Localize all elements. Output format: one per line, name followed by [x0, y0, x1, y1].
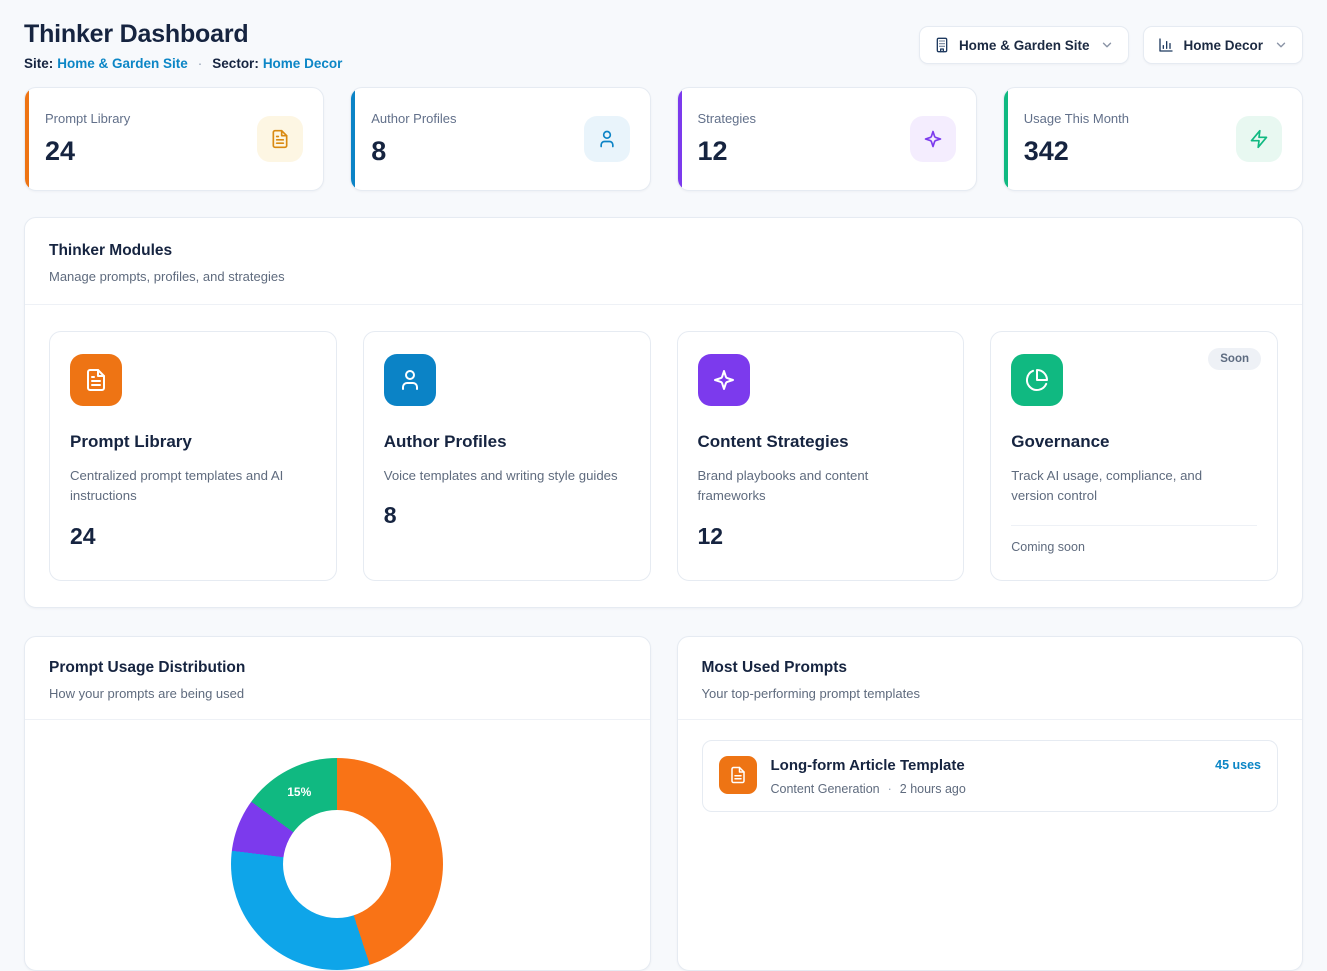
sector-link[interactable]: Home Decor — [263, 56, 343, 71]
module-description: Brand playbooks and content frameworks — [698, 466, 933, 507]
prompt-item-text: Long-form Article Template Content Gener… — [771, 756, 966, 796]
module-description: Voice templates and writing style guides — [384, 466, 619, 486]
stat-card-prompt-library: Prompt Library 24 — [24, 87, 324, 191]
panel-header: Most Used Prompts Your top-performing pr… — [678, 637, 1303, 719]
stat-card-strategies: Strategies 12 — [677, 87, 977, 191]
stats-row: Prompt Library 24 Author Profiles 8 Stra… — [24, 87, 1303, 191]
site-label: Site: — [24, 56, 53, 71]
sector-selector[interactable]: Home Decor — [1143, 26, 1303, 64]
lightning-icon — [1236, 116, 1282, 162]
divider — [1011, 525, 1257, 526]
separator-dot: · — [888, 782, 892, 796]
site-selector-label: Home & Garden Site — [959, 38, 1090, 53]
file-text-icon — [257, 116, 303, 162]
user-icon — [584, 116, 630, 162]
module-title: Author Profiles — [384, 432, 630, 452]
sparkles-icon — [910, 116, 956, 162]
stat-text: Usage This Month 342 — [1024, 111, 1129, 167]
usage-distribution-panel: Prompt Usage Distribution How your promp… — [24, 636, 651, 971]
module-card-governance[interactable]: Soon Governance Track AI usage, complian… — [990, 331, 1278, 581]
panel-title: Most Used Prompts — [702, 659, 1279, 677]
sector-selector-label: Home Decor — [1183, 38, 1263, 53]
file-text-icon — [70, 354, 122, 406]
bottom-panels: Prompt Usage Distribution How your promp… — [24, 636, 1303, 971]
prompt-title: Long-form Article Template — [771, 757, 966, 774]
stat-card-usage: Usage This Month 342 — [1003, 87, 1303, 191]
stat-value: 24 — [45, 136, 130, 167]
pie-chart-icon — [1011, 354, 1063, 406]
donut-chart-area: 15% — [25, 720, 650, 970]
module-card-prompt-library[interactable]: Prompt Library Centralized prompt templa… — [49, 331, 337, 581]
module-count: 8 — [384, 502, 630, 529]
stat-label: Author Profiles — [371, 111, 456, 126]
chevron-down-icon — [1274, 38, 1288, 52]
uses-badge: 45 uses — [1215, 758, 1261, 772]
breadcrumb: Site: Home & Garden Site · Sector: Home Deco… — [24, 56, 342, 71]
stat-label: Usage This Month — [1024, 111, 1129, 126]
prompt-list: Long-form Article Template Content Gener… — [678, 720, 1303, 832]
panel-subtitle: How your prompts are being used — [49, 686, 626, 701]
usage-donut: 15% — [231, 758, 443, 970]
module-count: 24 — [70, 523, 316, 550]
page-title: Thinker Dashboard — [24, 20, 342, 49]
stat-text: Strategies 12 — [698, 111, 757, 167]
separator-dot: · — [198, 56, 203, 71]
chevron-down-icon — [1100, 38, 1114, 52]
stat-value: 342 — [1024, 136, 1129, 167]
modules-header: Thinker Modules Manage prompts, profiles… — [25, 218, 1302, 304]
module-description: Track AI usage, compliance, and version … — [1011, 466, 1246, 507]
stat-label: Strategies — [698, 111, 757, 126]
module-title: Prompt Library — [70, 432, 316, 452]
panel-header: Prompt Usage Distribution How your promp… — [25, 637, 650, 719]
module-card-author-profiles[interactable]: Author Profiles Voice templates and writ… — [363, 331, 651, 581]
module-description: Centralized prompt templates and AI inst… — [70, 466, 305, 507]
list-item[interactable]: Long-form Article Template Content Gener… — [702, 740, 1279, 812]
soon-badge: Soon — [1208, 348, 1261, 370]
panel-title: Prompt Usage Distribution — [49, 659, 626, 677]
site-selector[interactable]: Home & Garden Site — [919, 26, 1130, 64]
module-count: 12 — [698, 523, 944, 550]
modules-grid: Prompt Library Centralized prompt templa… — [25, 305, 1302, 607]
stat-value: 8 — [371, 136, 456, 167]
sparkles-icon — [698, 354, 750, 406]
user-icon — [384, 354, 436, 406]
donut-slice-label: 15% — [287, 785, 311, 799]
modules-section: Thinker Modules Manage prompts, profiles… — [24, 217, 1303, 608]
header-left: Thinker Dashboard Site: Home & Garden Sit… — [24, 20, 342, 71]
building-icon — [934, 37, 950, 53]
module-title: Content Strategies — [698, 432, 944, 452]
stat-value: 12 — [698, 136, 757, 167]
sector-label: Sector: — [212, 56, 259, 71]
stat-label: Prompt Library — [45, 111, 130, 126]
module-title: Governance — [1011, 432, 1257, 452]
bar-chart-icon — [1158, 37, 1174, 53]
section-subtitle: Manage prompts, profiles, and strategies — [49, 269, 1278, 284]
stat-text: Author Profiles 8 — [371, 111, 456, 167]
prompt-category: Content Generation — [771, 782, 880, 796]
prompt-meta: Content Generation · 2 hours ago — [771, 782, 966, 796]
site-link[interactable]: Home & Garden Site — [57, 56, 188, 71]
most-used-prompts-panel: Most Used Prompts Your top-performing pr… — [677, 636, 1304, 971]
file-text-icon — [719, 756, 757, 794]
coming-soon-note: Coming soon — [1011, 540, 1257, 554]
dashboard-page: Thinker Dashboard Site: Home & Garden Sit… — [0, 0, 1327, 971]
module-card-content-strategies[interactable]: Content Strategies Brand playbooks and c… — [677, 331, 965, 581]
prompt-time: 2 hours ago — [900, 782, 966, 796]
header: Thinker Dashboard Site: Home & Garden Sit… — [24, 20, 1303, 71]
header-selectors: Home & Garden Site Home Decor — [919, 26, 1303, 64]
stat-text: Prompt Library 24 — [45, 111, 130, 167]
section-title: Thinker Modules — [49, 242, 1278, 260]
panel-subtitle: Your top-performing prompt templates — [702, 686, 1279, 701]
stat-card-author-profiles: Author Profiles 8 — [350, 87, 650, 191]
